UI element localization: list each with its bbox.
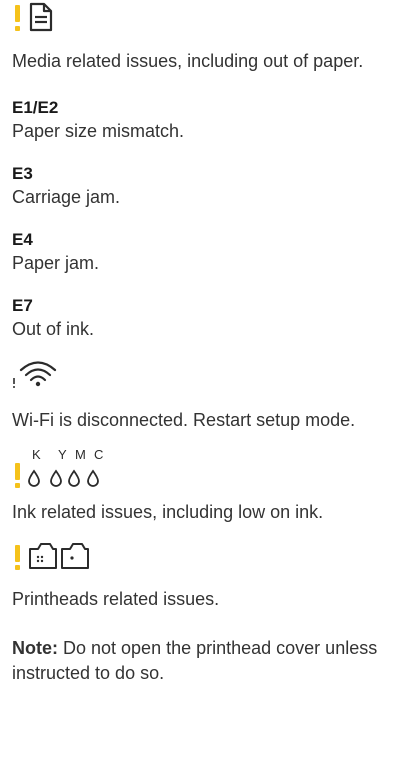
document-icon xyxy=(29,2,53,32)
note-label: Note: xyxy=(12,638,58,658)
media-icon-row: .excl::after{top:21px;} xyxy=(12,0,402,36)
wifi-icon-row xyxy=(12,356,402,392)
error-item: E7 Out of ink. xyxy=(12,295,402,342)
ink-label-m: M xyxy=(75,447,86,462)
warning-light-icon xyxy=(15,5,20,31)
note: Note: Do not open the printhead cover un… xyxy=(12,636,382,686)
error-text: Paper size mismatch. xyxy=(12,121,185,141)
error-code: E3 xyxy=(12,164,33,183)
wifi-description: Wi-Fi is disconnected. Restart setup mod… xyxy=(12,410,356,430)
error-item: E4 Paper jam. xyxy=(12,229,402,276)
ink-drops-icon xyxy=(28,469,99,487)
media-description: Media related issues, including out of p… xyxy=(12,51,364,71)
ink-label-k: K xyxy=(32,447,41,462)
warning-light-dot-icon xyxy=(15,565,20,570)
error-text: Out of ink. xyxy=(12,319,95,339)
error-item: E3 Carriage jam. xyxy=(12,163,402,210)
warning-light-dot-icon xyxy=(15,483,20,488)
error-code-list: E1/E2 Paper size mismatch. E3 Carriage j… xyxy=(12,97,402,342)
error-code: E4 xyxy=(12,230,33,249)
status-light-guide: .excl::after{top:21px;} Media related is… xyxy=(12,0,402,686)
printheads-icon xyxy=(29,543,89,569)
note-text: Do not open the printhead cover unless i… xyxy=(12,638,378,683)
error-text: Carriage jam. xyxy=(12,187,121,207)
ink-icon-row: K Y M C xyxy=(12,447,402,491)
printheads-icon-row xyxy=(12,539,402,573)
error-item: E1/E2 Paper size mismatch. xyxy=(12,97,402,144)
ink-label-c: C xyxy=(94,447,104,462)
warning-light-icon xyxy=(15,463,20,480)
error-code: E1/E2 xyxy=(12,98,59,117)
ink-description: Ink related issues, including low on ink… xyxy=(12,502,324,522)
error-code: E7 xyxy=(12,296,33,315)
warning-light-icon xyxy=(15,545,20,562)
wifi-warning-icon xyxy=(13,361,57,388)
printheads-description: Printheads related issues. xyxy=(12,589,220,609)
error-text: Paper jam. xyxy=(12,253,100,273)
ink-label-y: Y xyxy=(58,447,67,462)
